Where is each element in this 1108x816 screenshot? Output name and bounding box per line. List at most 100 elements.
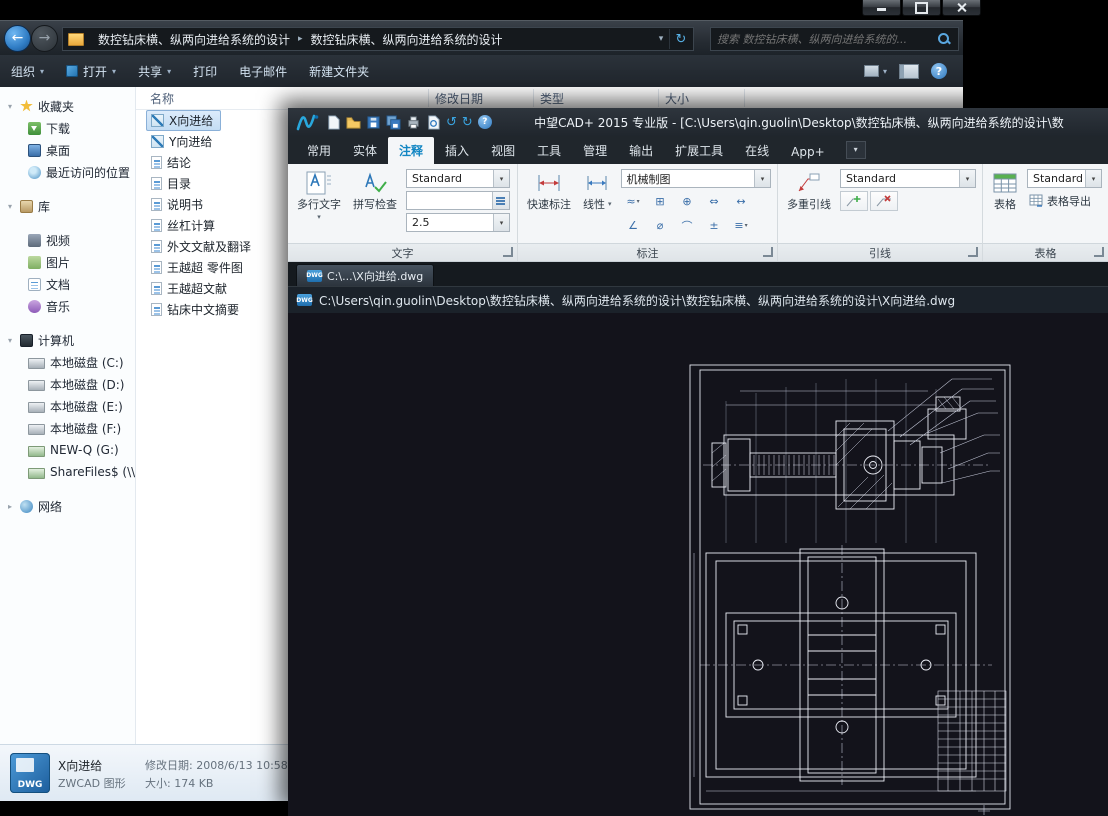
column-header-type[interactable]: 类型: [540, 90, 564, 107]
jogged-dim-tool[interactable]: ≈▾: [621, 191, 646, 212]
sidebar-item-music[interactable]: 音乐: [0, 295, 135, 317]
print-icon[interactable]: [406, 115, 421, 130]
sidebar-item-drive-e[interactable]: 本地磁盘 (E:): [0, 395, 135, 417]
sidebar-item-drive-g[interactable]: NEW-Q (G:): [0, 439, 135, 461]
column-header-name[interactable]: 名称: [150, 90, 174, 107]
maximize-button[interactable]: [902, 0, 941, 16]
preview-pane-button[interactable]: [899, 64, 919, 79]
breadcrumb[interactable]: 数控钻床横、纵两向进给系统的设计 ▸ 数控钻床横、纵两向进给系统的设计 ▾ ↻: [62, 27, 694, 51]
sidebar-item-videos[interactable]: 视频: [0, 229, 135, 251]
sidebar-label: 本地磁盘 (D:): [50, 376, 124, 393]
close-button[interactable]: [942, 0, 981, 16]
tab-manage[interactable]: 管理: [572, 137, 618, 164]
help-button[interactable]: ?: [931, 63, 947, 79]
dim-settings-tool[interactable]: ≡▾: [729, 215, 754, 236]
sidebar-item-sharefiles[interactable]: ShareFiles$ (\\DC): [0, 461, 135, 483]
text-symbol-icon[interactable]: [492, 192, 509, 209]
mleader-button[interactable]: 多重引线: [784, 169, 834, 214]
new-file-icon[interactable]: [326, 115, 341, 130]
mtext-button[interactable]: 多行文字 ▾: [294, 169, 344, 223]
angular-dim-tool[interactable]: ∠: [621, 215, 646, 236]
text-height-combo[interactable]: 2.5▾: [406, 213, 510, 232]
text-font-input[interactable]: [407, 192, 492, 209]
tab-insert[interactable]: 插入: [434, 137, 480, 164]
arc-dim-tool[interactable]: ⌒: [675, 215, 700, 236]
preview-icon[interactable]: [426, 115, 441, 130]
refresh-icon[interactable]: ↻: [669, 29, 692, 49]
open-button[interactable]: 打开▾: [55, 63, 127, 80]
email-button[interactable]: 电子邮件: [228, 63, 298, 80]
sidebar-group-network[interactable]: ▸ 网络: [0, 495, 135, 517]
column-header-date[interactable]: 修改日期: [435, 90, 483, 107]
tab-view[interactable]: 视图: [480, 137, 526, 164]
sidebar-group-libraries[interactable]: ▾ 库: [0, 195, 135, 217]
dialog-launcher-icon[interactable]: [1094, 247, 1104, 257]
breadcrumb-item[interactable]: 数控钻床横、纵两向进给系统的设计: [303, 31, 511, 48]
tab-annotate[interactable]: 注释: [388, 137, 434, 164]
dialog-launcher-icon[interactable]: [503, 247, 513, 257]
minimize-button[interactable]: [862, 0, 901, 16]
tolerance-tool[interactable]: ±: [702, 215, 727, 236]
share-button[interactable]: 共享▾: [127, 63, 182, 80]
dim-style-combo[interactable]: 机械制图▾: [621, 169, 771, 188]
sidebar-item-documents[interactable]: 文档: [0, 273, 135, 295]
forward-button[interactable]: →: [31, 25, 58, 52]
disk-icon: [28, 424, 45, 435]
print-button[interactable]: 打印: [182, 63, 228, 80]
save-icon[interactable]: [366, 115, 381, 130]
search-input[interactable]: [711, 33, 938, 46]
tab-home[interactable]: 常用: [296, 137, 342, 164]
ordinate-dim-tool[interactable]: ⊞: [648, 191, 673, 212]
ribbon-options-icon[interactable]: ▾: [846, 141, 866, 159]
sidebar-item-pictures[interactable]: 图片: [0, 251, 135, 273]
sidebar-item-desktop[interactable]: 桌面: [0, 139, 135, 161]
diameter-dim-tool[interactable]: ⌀: [648, 215, 673, 236]
breadcrumb-item[interactable]: 数控钻床横、纵两向进给系统的设计: [90, 31, 298, 48]
undo-icon[interactable]: ↺: [446, 115, 457, 130]
sidebar-item-drive-f[interactable]: 本地磁盘 (F:): [0, 417, 135, 439]
continue-dim-tool[interactable]: ↔: [729, 191, 754, 212]
center-mark-tool[interactable]: ⊕: [675, 191, 700, 212]
sidebar-group-favorites[interactable]: ▾ 收藏夹: [0, 95, 135, 117]
organize-button[interactable]: 组织▾: [0, 63, 55, 80]
dialog-launcher-icon[interactable]: [968, 247, 978, 257]
sidebar-item-downloads[interactable]: 下载: [0, 117, 135, 139]
drawing-canvas[interactable]: [288, 313, 1108, 816]
expander-open-icon[interactable]: ▾: [8, 336, 20, 345]
tab-tools[interactable]: 工具: [526, 137, 572, 164]
sidebar-item-drive-d[interactable]: 本地磁盘 (D:): [0, 373, 135, 395]
tab-online[interactable]: 在线: [734, 137, 780, 164]
tab-app-plus[interactable]: App+: [780, 140, 836, 164]
back-button[interactable]: ←: [4, 25, 31, 52]
tab-express[interactable]: 扩展工具: [664, 137, 734, 164]
tab-solid[interactable]: 实体: [342, 137, 388, 164]
sidebar-item-drive-c[interactable]: 本地磁盘 (C:): [0, 351, 135, 373]
address-dropdown-icon[interactable]: ▾: [653, 34, 669, 44]
column-header-size[interactable]: 大小: [665, 90, 689, 107]
expander-open-icon[interactable]: ▾: [8, 102, 20, 111]
table-button[interactable]: 表格: [989, 169, 1021, 214]
document-tab[interactable]: DWG C:\...\X向进给.dwg: [296, 264, 434, 286]
remove-leader-button[interactable]: [870, 191, 898, 211]
add-leader-button[interactable]: [840, 191, 868, 211]
linear-dim-button[interactable]: 线性▾: [580, 169, 615, 214]
expander-open-icon[interactable]: ▾: [8, 202, 20, 211]
change-view-button[interactable]: ▾: [864, 65, 887, 77]
save-all-icon[interactable]: [386, 115, 401, 130]
new-folder-button[interactable]: 新建文件夹: [298, 63, 380, 80]
cad-help-button[interactable]: ?: [478, 115, 492, 129]
tab-output[interactable]: 输出: [618, 137, 664, 164]
spell-check-button[interactable]: 拼写检查: [350, 169, 400, 214]
table-style-combo[interactable]: Standard▾: [1027, 169, 1102, 188]
dialog-launcher-icon[interactable]: [763, 247, 773, 257]
expander-closed-icon[interactable]: ▸: [8, 502, 20, 511]
text-style-combo[interactable]: Standard▾: [406, 169, 510, 188]
sidebar-item-recent[interactable]: 最近访问的位置: [0, 161, 135, 183]
table-export-button[interactable]: 表格导出: [1027, 191, 1102, 211]
quick-dim-button[interactable]: 快速标注: [524, 169, 574, 214]
mleader-style-combo[interactable]: Standard▾: [840, 169, 976, 188]
open-file-icon[interactable]: [346, 115, 361, 130]
redo-icon[interactable]: ↻: [462, 115, 473, 130]
baseline-dim-tool[interactable]: ⇔: [702, 191, 727, 212]
sidebar-group-computer[interactable]: ▾ 计算机: [0, 329, 135, 351]
